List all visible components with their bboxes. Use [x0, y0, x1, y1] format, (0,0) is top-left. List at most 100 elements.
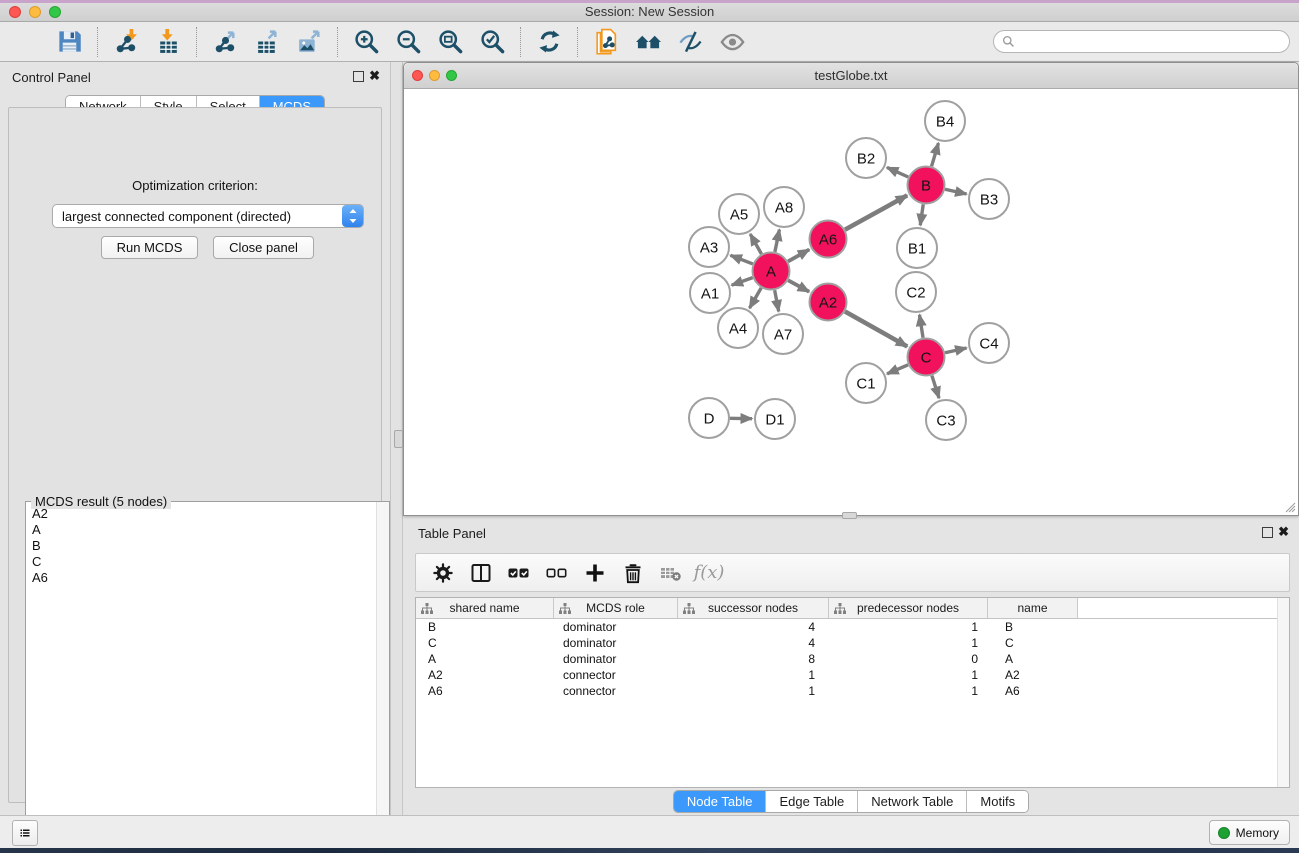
column-header-mcds-role[interactable]: MCDS role	[554, 598, 678, 618]
zoom-out-button[interactable]	[390, 25, 426, 59]
graph-edge-A-A1[interactable]	[732, 278, 753, 286]
graph-edge-A-A6[interactable]	[788, 250, 809, 262]
select-all-button[interactable]	[502, 557, 536, 589]
graph-node-C4[interactable]: C4	[969, 323, 1009, 363]
graph-node-A8[interactable]: A8	[764, 187, 804, 227]
graph-edge-A-A4[interactable]	[750, 288, 762, 308]
zoom-fit-button[interactable]	[432, 25, 468, 59]
result-item[interactable]: A	[32, 522, 375, 538]
show-tasks-button[interactable]	[12, 820, 38, 846]
graph-edge-C-C1[interactable]	[887, 365, 908, 374]
export-table-button[interactable]	[249, 25, 285, 59]
graph-edge-B-B4[interactable]	[932, 143, 939, 166]
import-table-button[interactable]	[150, 25, 186, 59]
table-settings-button[interactable]	[426, 557, 460, 589]
result-list-scrollbar[interactable]	[376, 502, 389, 846]
graph-node-B3[interactable]: B3	[969, 179, 1009, 219]
hide-selected-button[interactable]	[672, 25, 708, 59]
delete-table-button[interactable]	[654, 557, 688, 589]
graph-node-A6[interactable]: A6	[810, 221, 847, 258]
graph-node-A5[interactable]: A5	[719, 194, 759, 234]
graph-node-D1[interactable]: D1	[755, 399, 795, 439]
graph-node-B[interactable]: B	[908, 167, 945, 204]
graph-node-C[interactable]: C	[908, 339, 945, 376]
close-panel-icon[interactable]: ✖	[369, 68, 380, 84]
function-builder-button[interactable]: f(x)	[692, 557, 726, 589]
graph-node-B1[interactable]: B1	[897, 228, 937, 268]
show-columns-button[interactable]	[464, 557, 498, 589]
column-header-name[interactable]: name	[988, 598, 1078, 618]
column-header-shared-name[interactable]: shared name	[416, 598, 554, 618]
graph-node-B4[interactable]: B4	[925, 101, 965, 141]
graph-edge-A-A5[interactable]	[750, 234, 761, 254]
column-header-successor-nodes[interactable]: successor nodes	[678, 598, 829, 618]
table-scrollbar[interactable]	[1277, 598, 1289, 787]
tab-edge-table[interactable]: Edge Table	[766, 791, 858, 812]
graph-edge-C-C3[interactable]	[932, 376, 939, 398]
float-panel-icon[interactable]	[353, 71, 364, 82]
run-mcds-button[interactable]: Run MCDS	[101, 236, 198, 259]
graph-node-C3[interactable]: C3	[926, 400, 966, 440]
search-input[interactable]	[1020, 34, 1281, 50]
table-row[interactable]: A2connector11A2	[416, 667, 1289, 683]
graph-node-A3[interactable]: A3	[689, 227, 729, 267]
tab-network-table[interactable]: Network Table	[858, 791, 967, 812]
graph-edge-A-A3[interactable]	[730, 255, 752, 264]
import-network-button[interactable]	[108, 25, 144, 59]
search-box[interactable]	[993, 30, 1290, 53]
table-row[interactable]: Adominator80A	[416, 651, 1289, 667]
graph-edge-A-A7[interactable]	[775, 290, 779, 311]
graph-node-A2[interactable]: A2	[810, 284, 847, 321]
close-table-panel-icon[interactable]: ✖	[1278, 524, 1289, 540]
new-network-from-selection-button[interactable]	[588, 25, 624, 59]
horizontal-scroll-thumb[interactable]	[842, 512, 857, 519]
graph-edge-A6-B[interactable]	[845, 195, 907, 229]
tab-motifs[interactable]: Motifs	[967, 791, 1028, 812]
result-item[interactable]: A6	[32, 570, 375, 586]
resize-grip-icon[interactable]	[1284, 501, 1296, 513]
show-all-button[interactable]	[714, 25, 750, 59]
memory-button[interactable]: Memory	[1209, 820, 1290, 845]
graph-edge-B-B2[interactable]	[887, 167, 908, 177]
float-table-panel-icon[interactable]	[1262, 527, 1273, 538]
graph-node-C2[interactable]: C2	[896, 272, 936, 312]
result-item[interactable]: C	[32, 554, 375, 570]
graph-edge-A-A2[interactable]	[788, 280, 809, 291]
graph-edge-A2-C[interactable]	[845, 312, 907, 347]
network-graph[interactable]: A A1 A3A5A8A6 A2 A4A7 B B1 B2 B3B4 C C1 C2 C3C4 D D1	[404, 89, 1298, 515]
export-image-button[interactable]	[291, 25, 327, 59]
column-header-predecessor-nodes[interactable]: predecessor nodes	[829, 598, 988, 618]
zoom-selected-button[interactable]	[474, 25, 510, 59]
graph-node-A1[interactable]: A1	[690, 273, 730, 313]
zoom-in-button[interactable]	[348, 25, 384, 59]
criterion-select[interactable]: largest connected component (directed)	[52, 204, 364, 228]
graph-edge-C-C4[interactable]	[945, 348, 967, 353]
result-item[interactable]: A2	[32, 506, 375, 522]
open-session-button[interactable]	[9, 25, 45, 59]
network-window-titlebar[interactable]: testGlobe.txt	[404, 63, 1298, 89]
graph-edge-A-A8[interactable]	[775, 230, 780, 252]
save-session-button[interactable]	[51, 25, 87, 59]
graph-edge-B-B1[interactable]	[920, 204, 923, 225]
network-canvas[interactable]: A A1 A3A5A8A6 A2 A4A7 B B1 B2 B3B4 C C1 C2 C3C4 D D1	[404, 89, 1298, 515]
table-row[interactable]: Cdominator41C	[416, 635, 1289, 651]
add-column-button[interactable]	[578, 557, 612, 589]
tab-node-table[interactable]: Node Table	[674, 791, 767, 812]
export-network-button[interactable]	[207, 25, 243, 59]
result-item[interactable]: B	[32, 538, 375, 554]
refresh-view-button[interactable]	[531, 25, 567, 59]
delete-column-button[interactable]	[616, 557, 650, 589]
table-row[interactable]: Bdominator41B	[416, 619, 1289, 635]
graph-node-A4[interactable]: A4	[718, 308, 758, 348]
deselect-all-button[interactable]	[540, 557, 574, 589]
graph-node-C1[interactable]: C1	[846, 363, 886, 403]
graph-edge-C-C2[interactable]	[919, 315, 923, 338]
graph-node-A7[interactable]: A7	[763, 314, 803, 354]
apply-layout-button[interactable]	[630, 25, 666, 59]
graph-node-A[interactable]: A	[753, 253, 790, 290]
graph-node-B2[interactable]: B2	[846, 138, 886, 178]
close-panel-button[interactable]: Close panel	[213, 236, 314, 259]
table-row[interactable]: A6connector11A6	[416, 683, 1289, 699]
graph-node-D[interactable]: D	[689, 398, 729, 438]
graph-edge-B-B3[interactable]	[945, 189, 967, 194]
